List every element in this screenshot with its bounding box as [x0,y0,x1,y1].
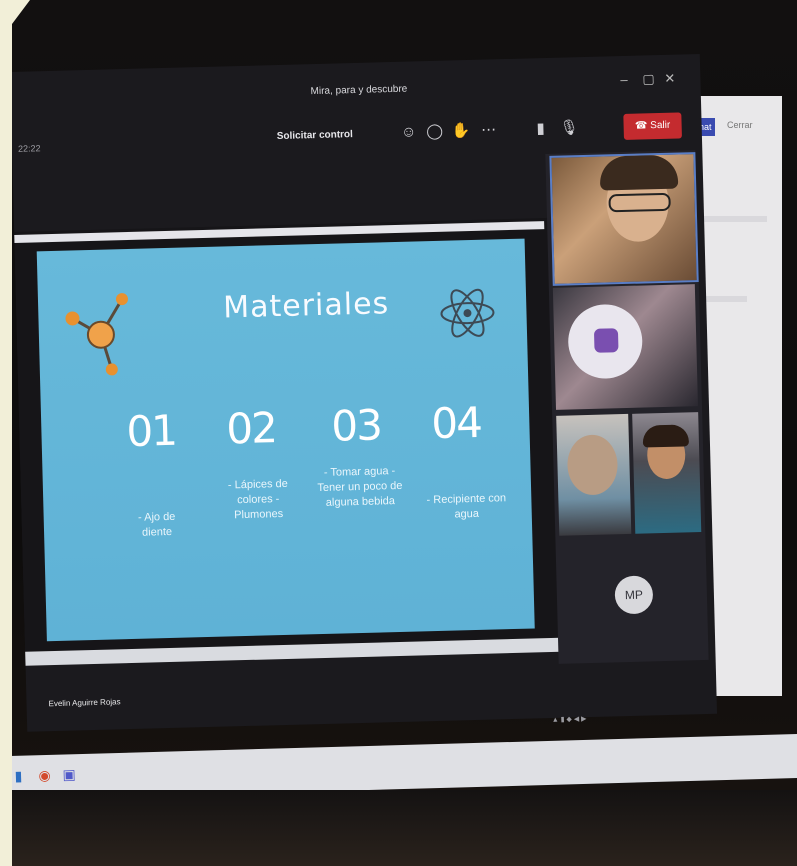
glasses-icon [608,192,671,213]
item-number: 04 [430,397,482,449]
raise-hand-icon[interactable]: ✋ [451,122,470,140]
tray-icons[interactable]: ▲ ▮ ◆ ◀ ▶ [552,716,587,724]
more-options-icon[interactable]: ⋯ [479,121,497,139]
bg-placeholder-line [697,216,767,222]
bg-nav-text[interactable]: Cerrar [727,120,753,130]
chat-icon[interactable]: ◯ [425,123,443,141]
participant-gallery: MP [545,150,709,664]
item-number: 01 [125,405,177,457]
molecule-icon [65,293,128,376]
left-border [0,0,12,866]
teams-meeting-window: Mira, para y descubre – ▢ ✕ 22:22 Solici… [10,53,718,732]
phone-icon: ☎ [634,120,648,132]
photo-frame: Chat Cerrar Mira, para y descubre – ▢ ✕ … [0,0,797,866]
corner-notch [0,0,30,40]
item-text: - Tomar agua - Tener un poco de alguna b… [317,465,403,509]
item-text: - Ajo de diente [137,510,176,539]
microphone-icon[interactable]: 🎙 [559,119,578,137]
atom-icon [440,288,495,338]
window-title: Mira, para y descubre [310,83,408,98]
leave-label: Salir [650,119,671,132]
close-icon[interactable]: ✕ [664,71,675,87]
item-number: 02 [225,403,277,454]
chrome-icon[interactable]: ◉ [38,767,51,784]
leave-button[interactable]: ☎ Salir [623,112,682,140]
laptop-bezel [0,790,797,866]
meeting-timer: 22:22 [17,143,41,154]
participant-hair [599,154,679,191]
participant-video[interactable] [556,413,632,536]
item-text: - Lápices de colores - Plumones [227,477,289,522]
participant-face [566,434,619,496]
participants-icon[interactable]: ☺ [399,123,417,141]
minimize-icon[interactable]: – [620,72,628,87]
request-control-button[interactable]: Solicitar control [277,129,353,142]
camera-icon[interactable]: ▮ [531,120,549,138]
slide-title: Materiales [222,286,390,326]
teams-icon[interactable]: ▣ [62,766,76,783]
item-text: - Recipiente con agua [426,492,507,521]
item-number: 03 [330,400,382,451]
presenter-name: Evelin Aguirre Rojas [48,697,121,709]
participant-video[interactable] [549,152,699,286]
explorer-icon[interactable]: ▮ [14,768,22,785]
participant-video[interactable] [552,284,698,410]
maximize-icon[interactable]: ▢ [642,71,655,87]
participant-video[interactable] [632,412,702,534]
participant-hair [642,424,690,448]
drawing-icon [593,328,619,353]
avatar[interactable]: MP [614,575,654,615]
presentation-slide: Materiales 01 02 03 04 - Ajo de diente -… [36,238,535,642]
